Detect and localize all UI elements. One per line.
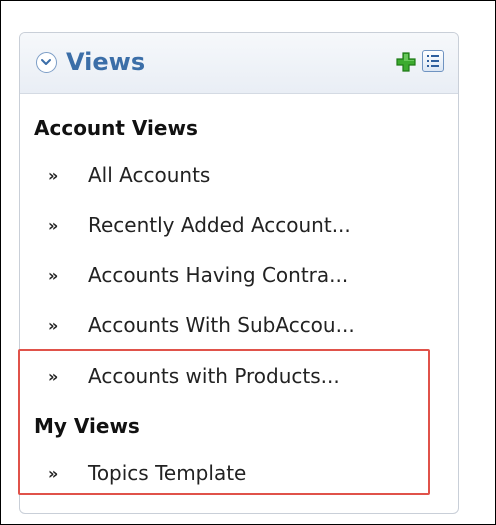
manage-views-button[interactable]	[422, 50, 444, 72]
view-item-label: Accounts with Products...	[88, 364, 340, 388]
view-item-label: Accounts Having Contra...	[88, 263, 349, 287]
view-item-topics-template[interactable]: » Topics Template	[48, 458, 246, 488]
view-item-label: Accounts With SubAccou...	[88, 313, 355, 337]
screenshot-frame: Views Account Views » All Accounts » Rec…	[0, 0, 496, 525]
panel-title: Views	[66, 48, 146, 76]
section-title-my-views: My Views	[34, 414, 140, 438]
view-item-recently-added-accounts[interactable]: » Recently Added Account...	[48, 210, 351, 240]
view-item-accounts-having-contacts[interactable]: » Accounts Having Contra...	[48, 260, 348, 290]
view-item-accounts-with-subaccounts[interactable]: » Accounts With SubAccou...	[48, 310, 355, 340]
view-item-all-accounts[interactable]: » All Accounts	[48, 160, 210, 190]
double-chevron-right-icon: »	[48, 165, 58, 185]
double-chevron-right-icon: »	[48, 265, 58, 285]
views-panel-header: Views	[20, 33, 458, 94]
view-item-accounts-with-products[interactable]: » Accounts with Products...	[48, 361, 340, 391]
chevron-down-circle-icon[interactable]	[36, 52, 57, 73]
add-view-button[interactable]	[395, 51, 417, 73]
list-icon	[427, 55, 439, 67]
double-chevron-right-icon: »	[48, 366, 58, 386]
views-panel: Views Account Views » All Accounts » Rec…	[19, 32, 459, 514]
double-chevron-right-icon: »	[48, 315, 58, 335]
double-chevron-right-icon: »	[48, 463, 58, 483]
green-plus-icon	[396, 52, 416, 72]
double-chevron-right-icon: »	[48, 215, 58, 235]
view-item-label: All Accounts	[88, 163, 211, 187]
section-title-account-views: Account Views	[34, 116, 198, 140]
view-item-label: Recently Added Account...	[88, 213, 351, 237]
view-item-label: Topics Template	[88, 461, 247, 485]
